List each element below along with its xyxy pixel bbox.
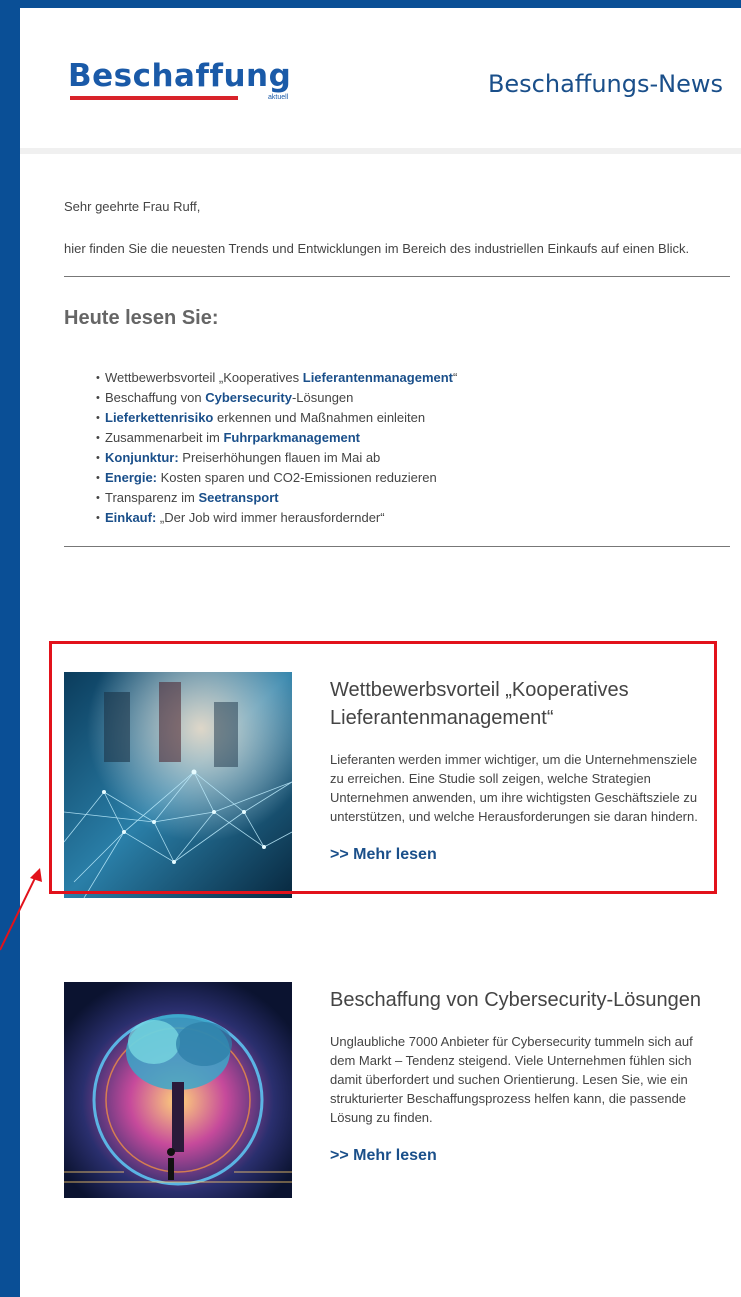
logo-subtitle: aktuell [268, 94, 289, 101]
highlight-annotation-box [49, 641, 717, 894]
toc-item[interactable]: Lieferkettenrisiko erkennen und Maßnahme… [96, 408, 729, 428]
greeting: Sehr geehrte Frau Ruff, [64, 199, 201, 214]
article-title[interactable]: Beschaffung von Cybersecurity-Lösungen [330, 986, 710, 1014]
logo-underline [70, 96, 238, 100]
toc-list: Wettbewerbsvorteil „Kooperatives Liefera… [64, 368, 729, 528]
read-more-link[interactable]: >> Mehr lesen [330, 1147, 437, 1165]
logo-wordmark: Beschaffung [68, 58, 292, 94]
article-summary: Unglaubliche 7000 Anbieter für Cybersecu… [330, 1034, 693, 1125]
annotation-arrow-icon [0, 868, 42, 951]
toc-item[interactable]: Beschaffung von Cybersecurity-Lösungen [96, 388, 729, 408]
intro-text: hier finden Sie die neuesten Trends und … [64, 241, 690, 256]
toc-item[interactable]: Wettbewerbsvorteil „Kooperatives Liefera… [96, 368, 729, 388]
article-text: Beschaffung von Cybersecurity-Lösungen U… [330, 986, 710, 1165]
beschaffung-logo[interactable]: Beschaffung aktuell [68, 58, 308, 110]
email-content: Sehr geehrte Frau Ruff, hier finden Sie … [20, 154, 741, 547]
article-thumbnail[interactable] [64, 982, 292, 1198]
article-card: Beschaffung von Cybersecurity-Lösungen U… [64, 982, 724, 1222]
divider [64, 546, 730, 547]
toc-item[interactable]: Zusammenarbeit im Fuhrparkmanagement [96, 428, 729, 448]
toc-item[interactable]: Konjunktur: Preiserhöhungen flauen im Ma… [96, 448, 729, 468]
toc-item[interactable]: Transparenz im Seetransport [96, 488, 729, 508]
divider [64, 276, 730, 277]
toc-heading: Heute lesen Sie: [64, 307, 219, 329]
toc-item[interactable]: Einkauf: „Der Job wird immer herausforde… [96, 508, 729, 528]
newsletter-title: Beschaffungs-News [487, 70, 723, 98]
email-body: Beschaffung aktuell Beschaffungs-News Se… [20, 8, 741, 1297]
toc-item[interactable]: Energie: Kosten sparen und CO2-Emissione… [96, 468, 729, 488]
email-header: Beschaffung aktuell Beschaffungs-News [20, 8, 741, 154]
